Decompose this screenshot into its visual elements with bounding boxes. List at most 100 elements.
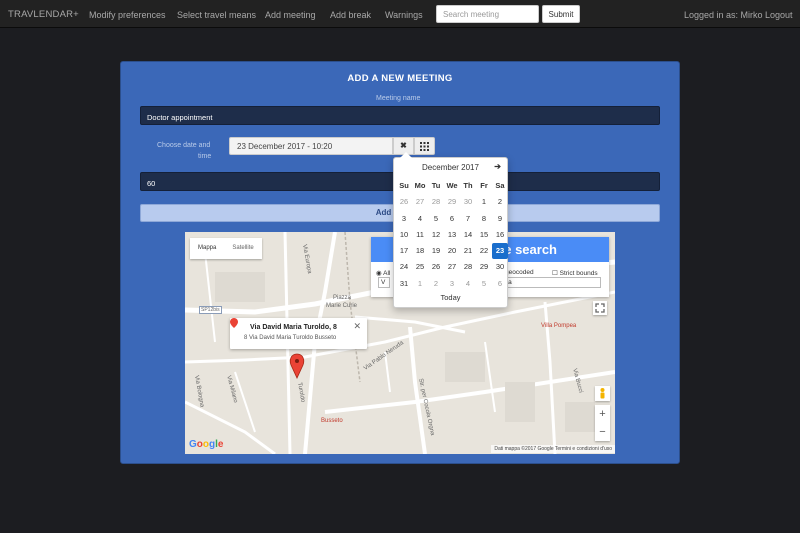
brand-logo[interactable]: TRAVLENDAR+	[8, 9, 79, 20]
date-picker-popup: December 2017 ➔ Su Mo Tu We Th Fr Sa 26 27 28 29 30…	[393, 152, 508, 308]
map-info-window: Via David Maria Turoldo, 8 8 Via David M…	[230, 318, 367, 349]
meeting-name-input[interactable]: Doctor appointment	[140, 106, 660, 125]
logged-in-label: Logged in as: Mirko	[684, 10, 763, 20]
day-cell-other-month[interactable]: 4	[460, 276, 476, 292]
place-label: Marie Curie	[326, 303, 358, 309]
meeting-name-label: Meeting name	[376, 95, 421, 102]
day-cell-other-month[interactable]: 30	[460, 194, 476, 210]
submit-button[interactable]: Submit	[542, 5, 580, 23]
close-icon: ✖	[400, 141, 407, 150]
day-cell[interactable]: 9	[492, 211, 508, 227]
datepicker-month[interactable]: December 2017	[394, 163, 507, 172]
today-button[interactable]: Today	[394, 293, 507, 302]
fullscreen-icon	[595, 303, 605, 313]
datepicker-grid: Su Mo Tu We Th Fr Sa 26 27 28 29 30 1 2 3 4 5 6 7 8 9 10 11 12 1…	[396, 178, 508, 292]
day-cell[interactable]: 28	[460, 259, 476, 275]
panel-title: ADD A NEW MEETING	[347, 73, 453, 84]
map-attribution[interactable]: Dati mappa ©2017 Google Termini e condiz…	[491, 445, 615, 453]
day-cell[interactable]: 21	[460, 243, 476, 259]
place-label: Villa Pompea	[541, 323, 577, 329]
info-close-icon[interactable]: ✕	[353, 321, 361, 332]
day-cell[interactable]: 8	[476, 211, 492, 227]
day-cell[interactable]: 25	[412, 259, 428, 275]
day-cell[interactable]: 12	[428, 227, 444, 243]
day-cell[interactable]: 1	[476, 194, 492, 210]
day-cell[interactable]: 14	[460, 227, 476, 243]
week-row: 26 27 28 29 30 1 2	[396, 194, 508, 210]
weekday-label: We	[446, 181, 458, 190]
location-pin-icon	[230, 318, 238, 328]
day-cell[interactable]: 15	[476, 227, 492, 243]
day-cell[interactable]: 31	[396, 276, 412, 292]
open-calendar-button[interactable]	[414, 137, 435, 155]
autocomplete-input[interactable]: Italia	[494, 277, 601, 288]
day-cell[interactable]: 18	[412, 243, 428, 259]
weekday-label: Su	[399, 181, 409, 190]
day-cell[interactable]: 26	[428, 259, 444, 275]
zoom-out-button[interactable]: −	[595, 423, 610, 441]
week-row: 31 1 2 3 4 5 6	[396, 276, 508, 292]
day-cell[interactable]: 10	[396, 227, 412, 243]
day-cell-other-month[interactable]: 26	[396, 194, 412, 210]
day-cell-other-month[interactable]: 3	[444, 276, 460, 292]
day-cell-other-month[interactable]: 2	[428, 276, 444, 292]
place-label: Piazza	[333, 295, 352, 301]
day-cell[interactable]: 4	[412, 211, 428, 227]
logout-link[interactable]: Logout	[765, 10, 793, 20]
nav-select-travel-means[interactable]: Select travel means	[177, 10, 256, 20]
day-cell[interactable]: 13	[444, 227, 460, 243]
day-cell[interactable]: 20	[444, 243, 460, 259]
nav-add-break[interactable]: Add break	[330, 10, 371, 20]
day-cell-other-month[interactable]: 6	[492, 276, 508, 292]
date-time-input[interactable]: 23 December 2017 - 10:20	[229, 137, 393, 155]
week-row: 10 11 12 13 14 15 16	[396, 227, 508, 243]
map-type-map[interactable]: Mappa	[190, 238, 224, 259]
day-cell[interactable]: 29	[476, 259, 492, 275]
navbar: TRAVLENDAR+ Modify preferences Select tr…	[0, 0, 800, 28]
radio-all[interactable]: ◉ All	[376, 269, 390, 277]
weekday-label: Th	[463, 181, 473, 190]
day-cell[interactable]: 5	[428, 211, 444, 227]
day-cell[interactable]: 7	[460, 211, 476, 227]
day-cell[interactable]: 11	[412, 227, 428, 243]
map-type-control: Mappa Satellite	[190, 238, 262, 259]
nav-add-meeting[interactable]: Add meeting	[265, 10, 316, 20]
day-cell[interactable]: 3	[396, 211, 412, 227]
day-cell[interactable]: 17	[396, 243, 412, 259]
street-view-pegman[interactable]	[595, 386, 610, 401]
google-letter: G	[189, 439, 197, 450]
day-cell-other-month[interactable]: 5	[476, 276, 492, 292]
day-cell-other-month[interactable]: 29	[444, 194, 460, 210]
day-cell-selected[interactable]: 23	[492, 243, 508, 260]
day-cell[interactable]: 22	[476, 243, 492, 259]
day-cell[interactable]: 2	[492, 194, 508, 210]
day-cell[interactable]: 24	[396, 259, 412, 275]
zoom-control: + −	[595, 405, 610, 441]
day-cell-other-month[interactable]: 27	[412, 194, 428, 210]
zoom-in-button[interactable]: +	[595, 405, 610, 423]
fullscreen-button[interactable]	[593, 301, 607, 315]
pegman-icon	[600, 388, 605, 399]
weekday-label: Fr	[480, 181, 488, 190]
week-row: 24 25 26 27 28 29 30	[396, 259, 508, 275]
day-cell[interactable]: 6	[444, 211, 460, 227]
search-meeting-input[interactable]	[436, 5, 539, 23]
day-cell[interactable]: 27	[444, 259, 460, 275]
google-logo: Google	[189, 439, 223, 450]
radio-geocoded-label[interactable]: geocoded	[505, 269, 534, 276]
nav-modify-preferences[interactable]: Modify preferences	[89, 10, 166, 20]
week-row: 17 18 19 20 21 22 23	[396, 243, 508, 260]
day-cell[interactable]: 19	[428, 243, 444, 259]
day-cell[interactable]: 16	[492, 227, 508, 243]
info-window-address: 8 Via David Maria Turoldo Busseto	[244, 335, 337, 341]
day-cell-other-month[interactable]: 28	[428, 194, 444, 210]
weekday-label: Mo	[414, 181, 426, 190]
strict-bounds-checkbox[interactable]: ☐ Strict bounds	[552, 269, 598, 277]
next-month-icon[interactable]: ➔	[494, 162, 501, 171]
map-type-satellite[interactable]: Satellite	[224, 238, 261, 259]
weekday-label: Tu	[431, 181, 441, 190]
autocomplete-input-start[interactable]: V	[378, 277, 390, 288]
day-cell-other-month[interactable]: 1	[412, 276, 428, 292]
day-cell[interactable]: 30	[492, 259, 508, 275]
nav-warnings[interactable]: Warnings	[385, 10, 423, 20]
